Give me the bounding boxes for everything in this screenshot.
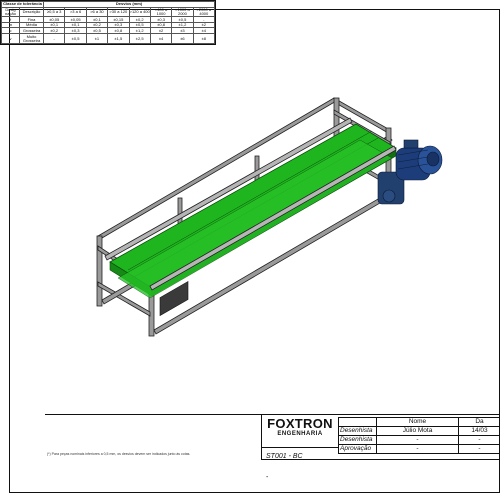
- range-header: >400 a 1000: [149, 6, 173, 18]
- value-cell: ±8: [192, 33, 216, 44]
- value-cell: ±2,5: [128, 33, 151, 44]
- conveyor-drawing: [96, 97, 443, 337]
- desc-cell: Muito Grosseira: [19, 33, 44, 44]
- sign-role: Desenhista: [338, 426, 377, 436]
- range-header: >6 a 30: [85, 6, 109, 18]
- range-header: >1000 a 2000: [171, 6, 194, 18]
- sign-role: Desenhista: [338, 435, 377, 445]
- col-desig-header: Desig nação: [1, 6, 20, 18]
- desc-cell: Grosseira: [19, 27, 44, 34]
- range-header: >30 a 120: [107, 6, 130, 18]
- table-row: Aprovação - -: [338, 444, 500, 454]
- sign-date: 14/03: [458, 426, 500, 436]
- sign-date: -: [458, 444, 500, 454]
- value-cell: -: [42, 33, 66, 44]
- company-logo: FOXTRON ENGENHARIA: [262, 416, 338, 442]
- sign-role: Aprovação: [338, 444, 377, 454]
- value-cell: ±1,5: [107, 33, 130, 44]
- sign-name: Júlio Mota: [376, 426, 459, 436]
- range-header: ≥0,5 a 3: [42, 6, 66, 18]
- tolerance-class-header: Classe de tolerância: [1, 1, 44, 8]
- company-code-line: [261, 447, 338, 448]
- sign-header-name: Nome: [376, 417, 459, 427]
- range-header: >2000 a 4000: [192, 6, 216, 18]
- company-subtitle: ENGENHARIA: [277, 431, 323, 437]
- sign-blank-header: [338, 417, 377, 427]
- sign-date: -: [458, 435, 500, 445]
- range-header: >120 a 400: [128, 6, 151, 18]
- sign-name: -: [376, 435, 459, 445]
- tolerance-note: (*) Para peças nominais inferiores a 0,5…: [47, 452, 191, 456]
- drawing-scale: -: [266, 474, 269, 481]
- tolerance-table: Classe de tolerância Desvios (mm) Desig …: [0, 0, 216, 45]
- sign-header-date: Da: [458, 417, 500, 427]
- value-cell: ±1: [85, 33, 109, 44]
- value-cell: ±6: [171, 33, 194, 44]
- table-row: Desenhista - -: [338, 435, 500, 445]
- value-cell: ±4: [149, 33, 173, 44]
- value-cell: ±0,5: [64, 33, 87, 44]
- signature-table: Nome Da Desenhista Júlio Mota 14/03 Dese…: [338, 417, 500, 454]
- company-name: FOXTRON: [267, 416, 333, 431]
- title-block-top-line: [45, 414, 500, 415]
- range-header: >3 a 6: [64, 6, 87, 18]
- table-row: Desenhista Júlio Mota 14/03: [338, 426, 500, 436]
- sign-name: -: [376, 444, 459, 454]
- drawing-code: ST001 - BC: [266, 453, 303, 460]
- col-desc-header: Descrição: [19, 6, 44, 18]
- table-row: v Muito Grosseira - ±0,5 ±1 ±1,5 ±2,5 ±4…: [1, 33, 216, 44]
- desig-cell: v: [1, 33, 20, 44]
